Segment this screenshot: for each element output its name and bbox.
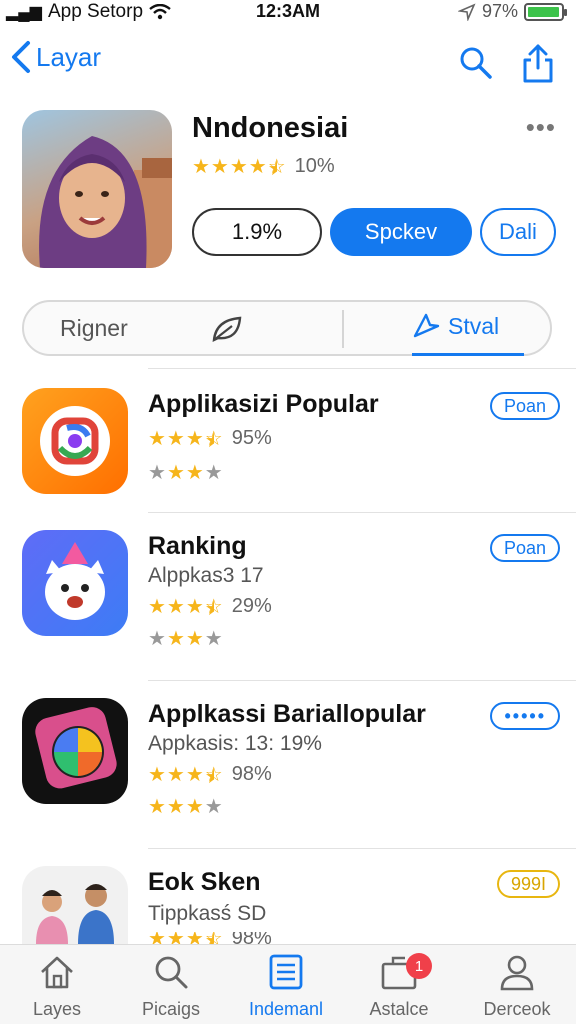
list-item-rating-text: 95% [231, 427, 272, 449]
tab-stval-label: Stval [448, 312, 500, 339]
get-button[interactable]: Poan [489, 392, 560, 420]
chevron-left-icon [12, 41, 30, 73]
list-item-subtitle: Appkasis: 13: 19% [148, 732, 322, 755]
status-right: 97% [457, 1, 567, 22]
star-rating-icon: ★★★☆★ [148, 764, 224, 788]
tab-label: Astalce [369, 999, 429, 1019]
star-rating-icon: ★★★☆★ [148, 428, 224, 452]
star-rating-icon: ★★★★☆★ [192, 156, 287, 180]
tab-label: Derceok [483, 999, 551, 1019]
tab-label: Layes [32, 999, 82, 1019]
app-title: Nndonesiai [192, 112, 349, 144]
search-button[interactable] [458, 44, 494, 82]
back-label: Layar [36, 41, 102, 72]
tab-derceok[interactable]: Derceok [462, 951, 572, 1020]
app-rating-text: 10% [294, 155, 335, 177]
status-bar: ▂▄▆ App Setorp 12:3AM 97% [0, 0, 576, 26]
more-button[interactable]: ••••• [490, 702, 560, 730]
list-item-rating: ★★★☆★ 95% [148, 426, 272, 452]
get-button[interactable]: Spckev [330, 208, 472, 256]
back-button[interactable]: Layar [10, 40, 101, 74]
get-button[interactable]: Poan [489, 534, 560, 562]
app-icon-ranking[interactable] [22, 530, 128, 636]
list-item-rating: ★★★☆★ 98% [148, 932, 272, 944]
app-icon-popular[interactable] [22, 388, 128, 494]
tab-stval[interactable]: Stval [412, 312, 499, 340]
list-divider [148, 512, 576, 513]
segment-divider [342, 310, 344, 348]
star-rating-icon: ★★★☆★ [148, 596, 224, 620]
tab-label: Indemanl [248, 999, 324, 1019]
list-item-rating-text: 98% [231, 763, 272, 785]
list-item-title[interactable]: Ranking [148, 532, 247, 561]
leaf-button[interactable] [210, 314, 244, 349]
person-icon [500, 955, 534, 991]
secondary-star-rating-icon: ★★★★ [148, 796, 224, 818]
nav-bar: Layar [0, 40, 576, 90]
navigation-arrow-icon [413, 313, 440, 338]
color-wheel-icon [35, 707, 117, 789]
active-tab-indicator [412, 353, 524, 356]
more-options-button[interactable]: ••• [526, 112, 556, 143]
list-item-rating: ★★★☆★ 29% [148, 594, 272, 620]
tab-rigner[interactable]: Rigner [60, 315, 128, 342]
segmented-control: Rigner Stval [22, 300, 552, 356]
notification-badge: 1 [406, 953, 432, 979]
battery-fill [528, 6, 560, 17]
share-icon [523, 44, 553, 83]
location-arrow-icon [457, 2, 476, 21]
list-item-title[interactable]: Applkassi Bariallopular [148, 700, 426, 729]
people-photo-icon [36, 884, 114, 944]
list-divider [148, 368, 576, 369]
list-divider [148, 680, 576, 681]
camera-lens-icon [40, 406, 110, 476]
search-icon [155, 956, 188, 989]
cat-mascot-icon [45, 542, 105, 620]
tab-layes[interactable]: Layes [2, 951, 112, 1020]
list-divider [148, 848, 576, 849]
star-rating-icon: ★★★☆★ [148, 932, 224, 944]
tab-label: Picaigs [141, 999, 201, 1019]
battery-percent: 97% [481, 1, 518, 21]
app-hero-image [22, 110, 172, 268]
detail-button[interactable]: Dali [480, 208, 556, 256]
list-item-subtitle: Alppkas3 17 [148, 564, 264, 587]
list-item-subtitle: Tippkasś SD [148, 902, 267, 925]
battery-icon [524, 2, 567, 21]
tab-indemanl[interactable]: Indemanl [231, 951, 341, 1020]
leaf-icon [212, 316, 242, 343]
list-item-title[interactable]: Eok Sken [148, 868, 261, 897]
list-item-rating-text: 98% [231, 932, 272, 944]
secondary-star-rating-icon: ★★★★ [148, 462, 224, 484]
price-button[interactable]: 999I [496, 870, 560, 898]
list-item-rating-text: 29% [231, 595, 272, 617]
tab-picaigs[interactable]: Picaigs [116, 951, 226, 1020]
home-icon [41, 956, 73, 989]
app-icon-eok-sken[interactable] [22, 866, 128, 944]
tab-astalce[interactable]: 1 Astalce [344, 951, 454, 1020]
list-item-rating: ★★★☆★ 98% [148, 762, 272, 788]
secondary-star-rating-icon: ★★★★ [148, 628, 224, 650]
search-icon [460, 47, 492, 79]
document-icon [269, 954, 303, 990]
portrait-photo [39, 136, 172, 268]
list-item-title[interactable]: Applikasizi Popular [148, 390, 379, 419]
app-rating: ★★★★☆★ 10% [192, 154, 335, 180]
share-button[interactable] [520, 44, 556, 83]
tab-bar: Layes Picaigs Indemanl 1 Astalce Derceok [0, 944, 576, 1024]
app-icon-bariallopular[interactable] [22, 698, 128, 804]
secondary-button[interactable]: 1.9% [192, 208, 322, 256]
